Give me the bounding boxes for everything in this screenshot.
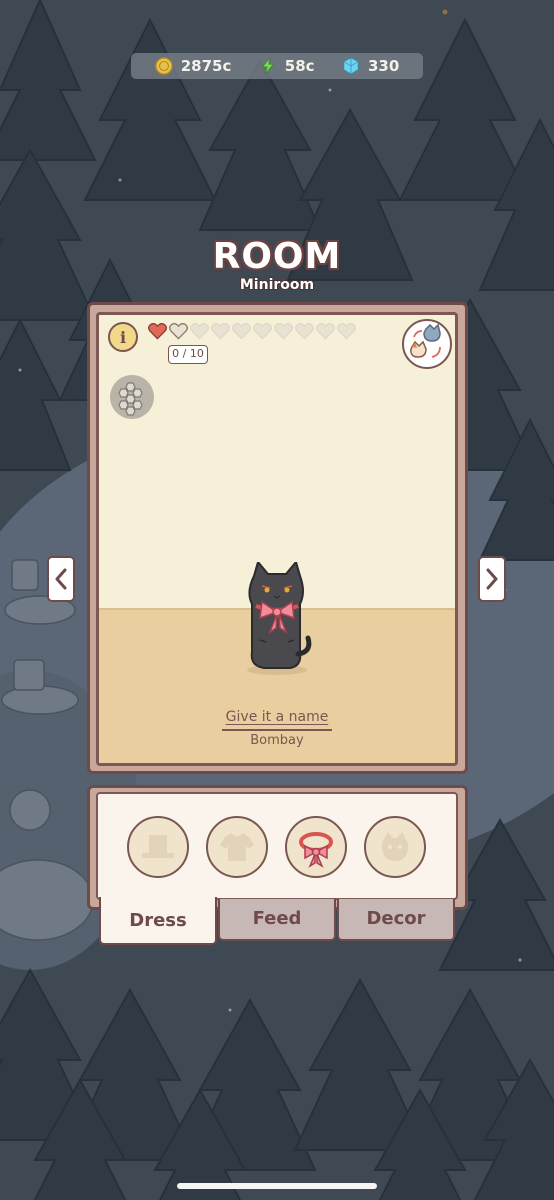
coins-value: 2875c [180,57,232,75]
coins-counter[interactable]: 2875c [154,57,232,75]
affection-hearts [148,322,356,340]
affection-counter: 0 / 10 [168,345,208,364]
name-prompt-label: Give it a name [225,709,329,725]
heart-empty-icon [169,323,188,340]
page-subtitle: Miniroom [239,277,315,293]
heart-empty-icon [232,323,251,340]
honeycomb-glyph [118,382,143,416]
heart-full-icon [148,323,167,340]
hat-slot-icon [142,835,174,858]
energy-value: 58c [284,57,315,75]
home-indicator[interactable] [177,1183,377,1189]
cat-character[interactable] [232,562,322,677]
page-title: ROOM [212,236,342,277]
heart-empty-icon [295,323,314,340]
heart-empty-icon [211,323,230,340]
gems-value: 330 [367,57,400,75]
collar-slot-icon [299,832,333,868]
collar-slot[interactable] [285,816,347,878]
tab-decor[interactable]: Decor [337,899,455,941]
swap-cat-button[interactable] [402,319,452,369]
heart-empty-icon [274,323,293,340]
cat-breed-label: Bombay [250,733,304,748]
name-underline [222,729,332,731]
info-icon: i [119,327,127,347]
info-button[interactable]: i [108,322,138,352]
heart-empty-icon [253,323,272,340]
heart-empty-icon [316,323,335,340]
coin-icon [154,57,173,75]
chevron-right-icon [486,568,498,590]
swap-cats-icon [410,323,441,358]
hat-slot[interactable] [127,816,189,878]
energy-counter[interactable]: 58c [259,57,315,75]
previous-cat-button[interactable] [47,556,75,602]
accessory-slot-icon [382,832,408,861]
name-cat-link[interactable]: Give it a name [96,709,458,725]
gem-icon [343,57,359,75]
accessory-slot[interactable] [364,816,426,878]
honeycomb-icon[interactable] [110,375,154,419]
shirt-slot-icon [220,833,254,861]
tab-dress[interactable]: Dress [99,897,217,945]
lightning-icon [261,57,275,75]
next-cat-button[interactable] [478,556,506,602]
heart-empty-icon [337,323,356,340]
gems-counter[interactable]: 330 [342,57,399,75]
chevron-left-icon [55,568,67,590]
shirt-slot[interactable] [206,816,268,878]
heart-empty-icon [190,323,209,340]
currency-bar: 2875c 58c 330 [131,53,423,79]
tab-feed[interactable]: Feed [218,899,336,941]
